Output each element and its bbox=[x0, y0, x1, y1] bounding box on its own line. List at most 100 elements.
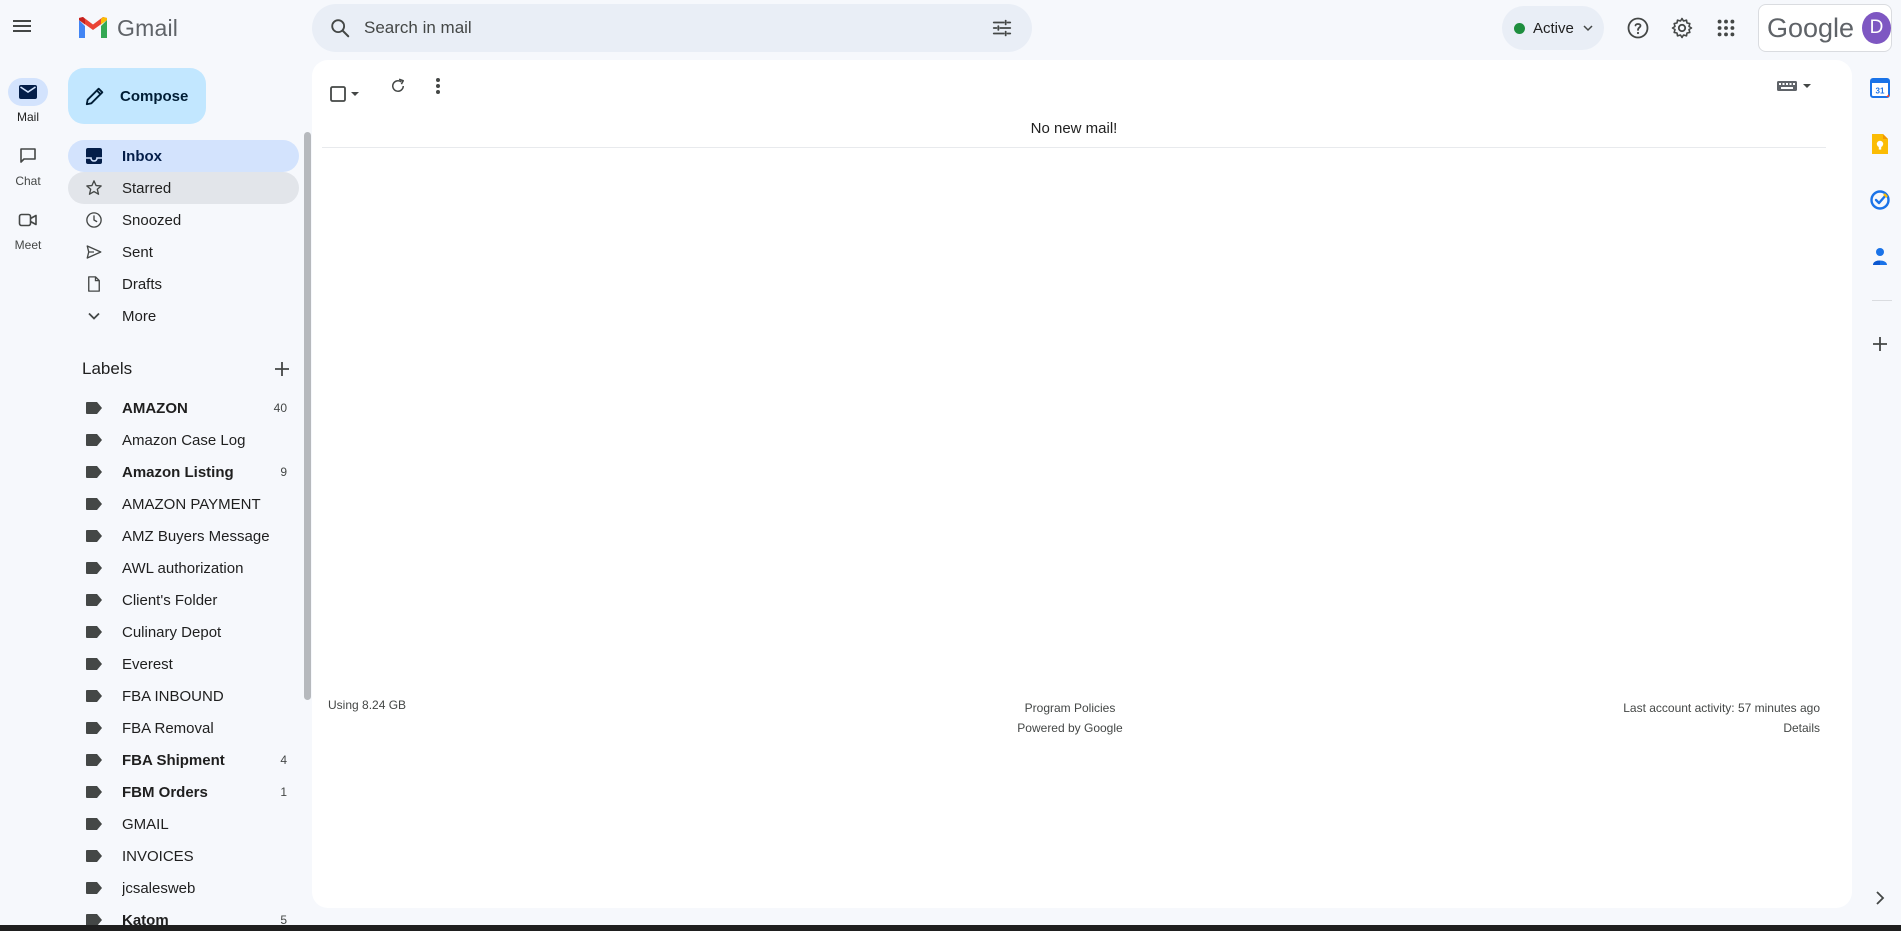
label-unread-count: 1 bbox=[280, 785, 287, 799]
get-add-ons-button[interactable] bbox=[1860, 324, 1900, 364]
meet-icon bbox=[18, 213, 37, 227]
search-bar[interactable] bbox=[312, 4, 1032, 52]
search-button[interactable] bbox=[316, 4, 364, 52]
program-policies-link[interactable]: Program Policies bbox=[960, 698, 1180, 718]
nav-label: More bbox=[122, 307, 157, 325]
label-item[interactable]: GMAIL bbox=[68, 808, 299, 840]
nav-item-sent[interactable]: Sent bbox=[68, 236, 299, 268]
show-side-panel-button[interactable] bbox=[1864, 886, 1896, 910]
search-input[interactable] bbox=[364, 18, 978, 38]
nav-scrollbar[interactable] bbox=[304, 132, 311, 700]
last-activity-text: Last account activity: 57 minutes ago bbox=[1623, 701, 1820, 715]
calendar-app-button[interactable]: 31 bbox=[1860, 68, 1900, 108]
rail-label: Chat bbox=[15, 174, 41, 188]
rail-pill bbox=[8, 142, 48, 170]
label-name: jcsalesweb bbox=[122, 879, 196, 897]
nav-item-snoozed[interactable]: Snoozed bbox=[68, 204, 299, 236]
labels-header: Labels bbox=[82, 357, 294, 381]
nav-label: Inbox bbox=[122, 147, 162, 165]
apps-grid-icon bbox=[1717, 19, 1735, 37]
google-wordmark: Google bbox=[1767, 12, 1855, 43]
rail-item-meet[interactable]: Meet bbox=[0, 206, 56, 252]
pencil-icon bbox=[85, 87, 104, 106]
label-tag-icon bbox=[84, 846, 104, 866]
inbox-icon bbox=[84, 146, 104, 166]
label-unread-count: 4 bbox=[280, 753, 287, 767]
label-name: Client's Folder bbox=[122, 591, 218, 609]
details-link[interactable]: Details bbox=[1520, 718, 1820, 738]
label-item[interactable]: AWL authorization bbox=[68, 552, 299, 584]
storage-usage[interactable]: Using 8.24 GB bbox=[328, 698, 406, 712]
add-icon bbox=[1873, 337, 1887, 351]
send-icon bbox=[84, 242, 104, 262]
label-tag-icon bbox=[84, 494, 104, 514]
rail-pill bbox=[8, 206, 48, 234]
contacts-app-button[interactable] bbox=[1860, 236, 1900, 276]
keep-app-button[interactable] bbox=[1860, 124, 1900, 164]
nav-item-starred[interactable]: Starred bbox=[68, 172, 299, 204]
label-item[interactable]: jcsalesweb bbox=[68, 872, 299, 904]
label-item[interactable]: FBM Orders 1 bbox=[68, 776, 299, 808]
label-tag-icon bbox=[84, 686, 104, 706]
empty-inbox-message: No new mail! bbox=[322, 118, 1826, 148]
create-label-button[interactable] bbox=[270, 357, 294, 381]
label-name: FBA Removal bbox=[122, 719, 214, 737]
label-tag-icon bbox=[84, 622, 104, 642]
nav-item-drafts[interactable]: Drafts bbox=[68, 268, 299, 300]
label-name: Amazon Listing bbox=[122, 463, 234, 481]
star-icon bbox=[84, 178, 104, 198]
google-apps-button[interactable] bbox=[1706, 8, 1746, 48]
label-tag-icon bbox=[84, 590, 104, 610]
label-item[interactable]: AMAZON PAYMENT bbox=[68, 488, 299, 520]
label-item[interactable]: Everest bbox=[68, 648, 299, 680]
label-item[interactable]: AMAZON 40 bbox=[68, 392, 299, 424]
refresh-button[interactable] bbox=[378, 66, 418, 106]
select-dropdown[interactable] bbox=[330, 76, 370, 112]
support-button[interactable] bbox=[1618, 8, 1658, 48]
settings-button[interactable] bbox=[1662, 8, 1702, 48]
tasks-app-button[interactable] bbox=[1860, 180, 1900, 220]
label-name: INVOICES bbox=[122, 847, 194, 865]
status-dropdown[interactable]: Active bbox=[1502, 6, 1604, 50]
chevron-down-icon bbox=[84, 306, 104, 326]
label-unread-count: 9 bbox=[280, 465, 287, 479]
calendar-day: 31 bbox=[1876, 87, 1885, 96]
label-item[interactable]: Amazon Case Log bbox=[68, 424, 299, 456]
main-menu-button[interactable] bbox=[4, 8, 40, 44]
rail-item-mail[interactable]: Mail bbox=[0, 78, 56, 124]
labels-heading: Labels bbox=[82, 359, 133, 378]
nav-item-more[interactable]: More bbox=[68, 300, 299, 332]
label-item[interactable]: Client's Folder bbox=[68, 584, 299, 616]
rail-pill bbox=[8, 78, 48, 106]
compose-button[interactable]: Compose bbox=[68, 68, 206, 124]
label-item[interactable]: Amazon Listing 9 bbox=[68, 456, 299, 488]
caret-down-icon bbox=[351, 92, 359, 96]
caret-down-icon bbox=[1803, 84, 1811, 88]
label-name: AMZ Buyers Message bbox=[122, 527, 270, 545]
label-name: FBM Orders bbox=[122, 783, 208, 801]
chat-icon bbox=[20, 148, 36, 163]
label-item[interactable]: FBA INBOUND bbox=[68, 680, 299, 712]
more-vert-icon bbox=[436, 78, 440, 94]
google-account-button[interactable]: Google D bbox=[1758, 4, 1892, 52]
calendar-icon: 31 bbox=[1870, 78, 1890, 98]
rail-item-chat[interactable]: Chat bbox=[0, 142, 56, 188]
label-item[interactable]: FBA Removal bbox=[68, 712, 299, 744]
label-item[interactable]: FBA Shipment 4 bbox=[68, 744, 299, 776]
clock-icon bbox=[84, 210, 104, 230]
input-tools-button[interactable] bbox=[1776, 72, 1824, 100]
search-options-button[interactable] bbox=[978, 4, 1026, 52]
help-icon bbox=[1627, 17, 1649, 39]
label-item[interactable]: Culinary Depot bbox=[68, 616, 299, 648]
status-label: Active bbox=[1533, 19, 1574, 37]
status-dot-icon bbox=[1514, 22, 1525, 34]
footer-links: Program Policies Powered by Google bbox=[960, 698, 1180, 738]
label-item[interactable]: INVOICES bbox=[68, 840, 299, 872]
label-item[interactable]: AMZ Buyers Message bbox=[68, 520, 299, 552]
keep-icon bbox=[1872, 134, 1888, 154]
label-tag-icon bbox=[84, 814, 104, 834]
gmail-logo[interactable]: Gmail bbox=[77, 12, 178, 44]
more-options-button[interactable] bbox=[418, 66, 458, 106]
nav-item-inbox[interactable]: Inbox bbox=[68, 140, 299, 172]
label-name: Amazon Case Log bbox=[122, 431, 246, 449]
